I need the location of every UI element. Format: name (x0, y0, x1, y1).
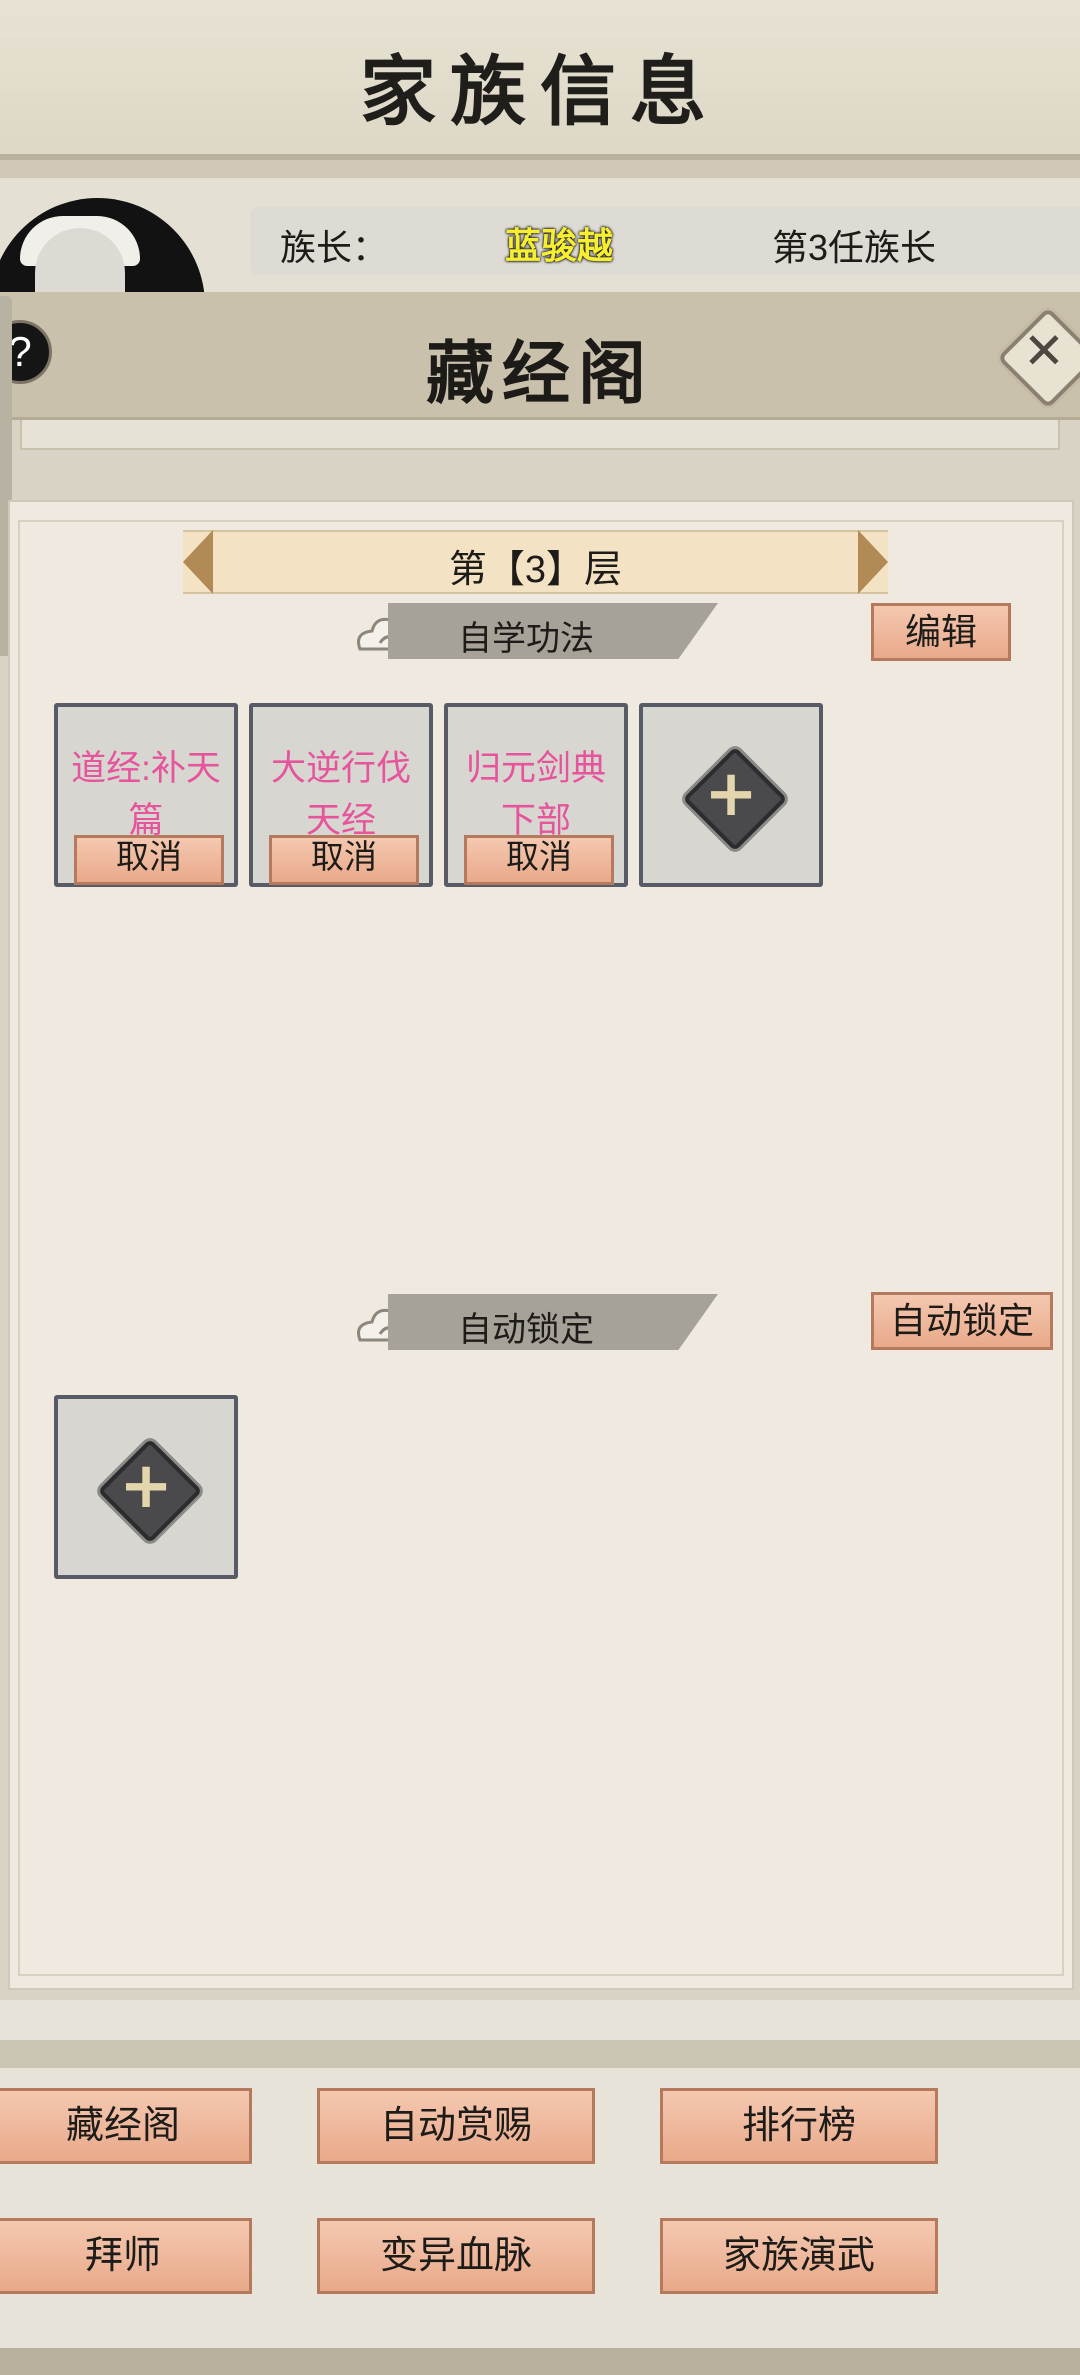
nav-mentor-button[interactable]: 拜师 (0, 2218, 252, 2294)
leader-label: 族长： (280, 227, 389, 268)
add-auto-lock-slot[interactable]: + (54, 1395, 238, 1579)
top-header: 家族信息 (0, 0, 1080, 160)
bottom-edge (0, 2348, 1080, 2375)
header-divider (0, 160, 1080, 178)
technique-slot-2[interactable]: 大逆行伐天经 取消 (249, 703, 433, 887)
plus-icon: + (704, 757, 758, 831)
cancel-button[interactable]: 取消 (464, 835, 614, 885)
self-study-banner: 自学功法 (388, 603, 718, 659)
cancel-button[interactable]: 取消 (269, 835, 419, 885)
page-title: 家族信息 (360, 47, 720, 136)
nav-bloodline-button[interactable]: 变异血脉 (317, 2218, 595, 2294)
technique-slot-1[interactable]: 道经:补天篇 取消 (54, 703, 238, 887)
close-button[interactable]: ✕ (997, 307, 1080, 409)
leader-rank: 第3任族长 (772, 227, 937, 268)
technique-name: 大逆行伐天经 (270, 749, 411, 839)
nav-clan-tournament-button[interactable]: 家族演武 (660, 2218, 938, 2294)
next-floor-button[interactable] (858, 530, 888, 594)
auto-lock-banner: 自动锁定 (388, 1294, 718, 1350)
auto-lock-title: 自动锁定 (458, 1311, 594, 1349)
leader-bar: 族长： 蓝骏越 第3任族长 (250, 207, 1080, 275)
auto-lock-button[interactable]: 自动锁定 (871, 1292, 1053, 1350)
edit-button[interactable]: 编辑 (871, 603, 1011, 661)
floor-label: 第【3】层 (448, 549, 623, 591)
floor-selector: 第【3】层 (183, 530, 888, 594)
technique-slot-3[interactable]: 归元剑典下部 取消 (444, 703, 628, 887)
close-icon: ✕ (1023, 322, 1065, 380)
bottom-divider (0, 2040, 1080, 2068)
chevron-left-icon (183, 530, 213, 594)
add-technique-slot[interactable]: + (639, 703, 823, 887)
technique-name: 道经:补天篇 (71, 749, 221, 839)
nav-library-button[interactable]: 藏经阁 (0, 2088, 252, 2164)
self-study-title: 自学功法 (458, 620, 594, 658)
leader-name[interactable]: 蓝骏越 (505, 217, 613, 269)
library-title: 藏经阁 (425, 334, 654, 414)
library-titlebar: 藏经阁 (0, 292, 1080, 420)
titlebar-underline (20, 420, 1060, 450)
plus-icon: + (119, 1449, 173, 1523)
nav-auto-reward-button[interactable]: 自动赏赐 (317, 2088, 595, 2164)
prev-floor-button[interactable] (183, 530, 213, 594)
nav-ranking-button[interactable]: 排行榜 (660, 2088, 938, 2164)
cancel-button[interactable]: 取消 (74, 835, 224, 885)
technique-name: 归元剑典下部 (465, 749, 606, 839)
chevron-right-icon (858, 530, 888, 594)
